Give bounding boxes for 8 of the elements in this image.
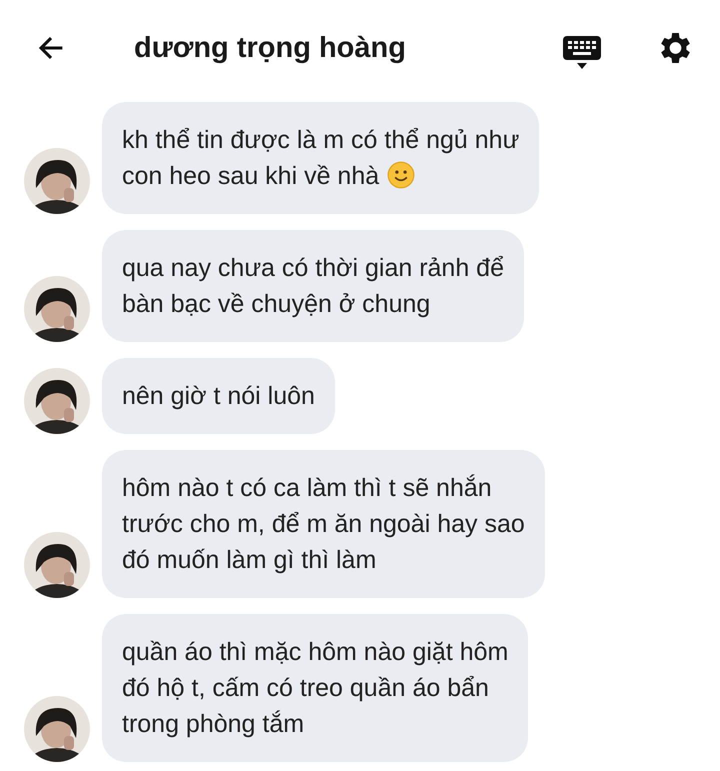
message-bubble: quần áo thì mặc hôm nào giặt hôm đó hộ t, cấm có treo quần áo bẩn trong phòng tắm xyxy=(102,614,528,762)
message-bubble: hôm nào t có ca làm thì t sẽ nhắn trước cho m, để m ăn ngoài hay sao đó muốn làm gì thì làm xyxy=(102,450,545,598)
contact-name: dương trọng hoàng xyxy=(134,32,407,64)
smiley-icon xyxy=(387,161,416,189)
message-bubble: kh thể tin được là m có thể ngủ như con heo sau khi về nhà xyxy=(102,102,540,214)
message-bubble: qua nay chưa có thời gian rảnh để bàn bạc về chuyện ở chung xyxy=(102,230,524,342)
message-bubble: nên giờ t nói luôn xyxy=(102,358,335,434)
keyboard-icon[interactable] xyxy=(562,35,602,71)
